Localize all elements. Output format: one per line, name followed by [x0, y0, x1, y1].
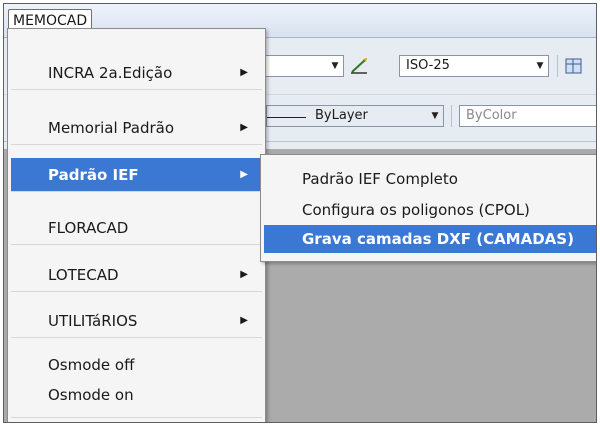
menu-item-osmode-on[interactable]: Osmode on: [11, 381, 262, 409]
menu-item-label: Padrão IEF: [48, 166, 139, 184]
menu-item-label: INCRA 2a.Edição: [48, 64, 173, 82]
padrao-ief-submenu: Padrão IEF Completo Configura os poligon…: [260, 154, 596, 262]
memocad-menu: INCRA 2a.Edição ▶ Memorial Padrão ▶ Padr…: [7, 28, 266, 422]
toolbar-separator: [451, 105, 452, 127]
menu-item-lotecad[interactable]: LOTECAD ▶: [11, 258, 262, 292]
triangle-right-icon: ▶: [240, 269, 248, 280]
dimension-style-combo[interactable]: ISO-25 ▼: [399, 55, 549, 77]
triangle-down-icon: ▼: [431, 111, 439, 121]
menu-item-label: LOTECAD: [48, 266, 119, 284]
toolbar-separator: [557, 55, 558, 77]
application-window: MEMOCAD ▼ ISO-25 ▼ ByLayer ▼ ByColor INC…: [3, 3, 597, 423]
menu-item-padrao-ief[interactable]: Padrão IEF ▶: [11, 158, 262, 192]
dimension-style-value: ISO-25: [406, 58, 450, 73]
menu-item-incra[interactable]: INCRA 2a.Edição ▶: [11, 56, 262, 90]
linetype-value: ByLayer: [315, 108, 368, 123]
submenu-item-configura-poligonos[interactable]: Configura os poligonos (CPOL): [264, 196, 596, 224]
menu-item-utilitarios[interactable]: UTILITáRIOS ▶: [11, 304, 262, 338]
triangle-right-icon: ▶: [240, 122, 248, 133]
menu-item-label: FLORACAD: [48, 219, 129, 237]
triangle-down-icon: ▼: [536, 61, 544, 71]
color-value: ByColor: [466, 108, 517, 123]
menu-item-memorial-padrao[interactable]: Memorial Padrão ▶: [11, 111, 262, 145]
menu-item-label: Osmode off: [48, 356, 135, 374]
table-style-icon[interactable]: [564, 56, 584, 76]
triangle-down-icon: ▼: [331, 61, 339, 71]
color-combo[interactable]: ByColor: [459, 105, 596, 127]
submenu-item-ief-completo[interactable]: Padrão IEF Completo: [264, 165, 596, 193]
linetype-combo[interactable]: ByLayer ▼: [266, 105, 444, 127]
triangle-right-icon: ▶: [240, 67, 248, 78]
menu-item-label: UTILITáRIOS: [48, 312, 138, 330]
dimension-style-icon[interactable]: [349, 56, 369, 76]
menu-item-floracad[interactable]: FLORACAD: [11, 211, 262, 245]
submenu-item-grava-camadas[interactable]: Grava camadas DXF (CAMADAS): [264, 225, 596, 253]
menu-divider: [11, 417, 262, 418]
menu-item-osmode-off[interactable]: Osmode off: [11, 351, 262, 379]
triangle-right-icon: ▶: [240, 169, 248, 180]
menu-item-label: Memorial Padrão: [48, 119, 175, 137]
menu-item-label: Osmode on: [48, 386, 134, 404]
triangle-right-icon: ▶: [240, 315, 248, 326]
